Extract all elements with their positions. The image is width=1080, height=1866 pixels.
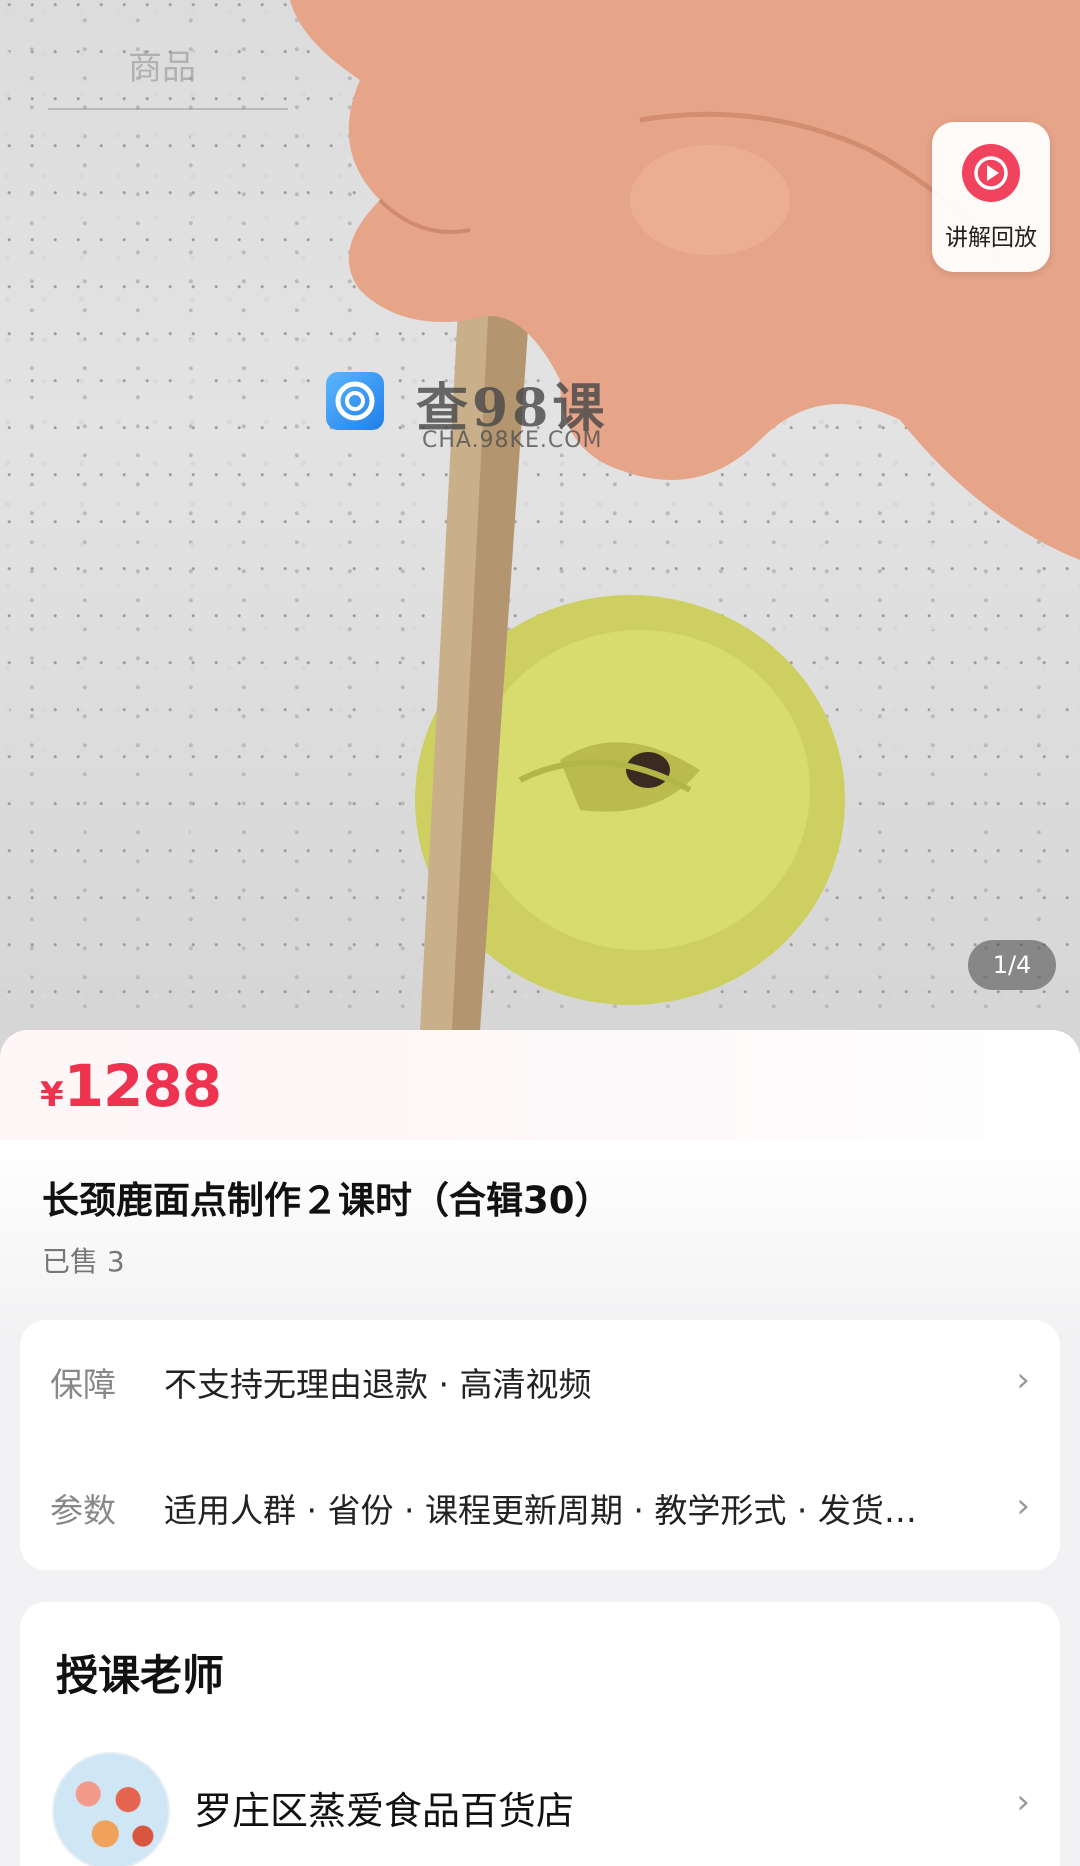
product-photo — [290, 0, 1080, 1030]
sold-count: 已售 3 — [42, 1245, 125, 1278]
product-title: 长颈鹿面点制作２课时（合辑30） — [42, 1179, 612, 1222]
teacher-section-title: 授课老师 — [56, 1651, 225, 1700]
watermark-subtitle: CHA.98KE.COM — [422, 428, 603, 453]
guarantee-value: 不支持无理由退款 · 高清视频 — [164, 1365, 592, 1404]
price-bar: ¥1288 — [0, 1030, 1080, 1140]
play-icon — [962, 144, 1020, 202]
chevron-right-icon[interactable]: › — [1016, 1782, 1030, 1822]
watermark-logo-icon — [326, 372, 384, 430]
currency-symbol: ¥ — [40, 1075, 64, 1115]
price: ¥1288 — [40, 1052, 222, 1120]
teacher-card: 授课老师 罗庄区蒸爱食品百货店 › — [20, 1602, 1060, 1866]
params-row[interactable]: 参数 适用人群 · 省份 · 课程更新周期 · 教学形式 · 发货… › — [20, 1446, 1060, 1566]
chevron-right-icon: › — [1016, 1486, 1030, 1526]
watermark: 查98课 CHA.98KE.COM — [326, 368, 616, 464]
shop-name-link[interactable]: 罗庄区蒸爱食品百货店 — [194, 1780, 574, 1835]
spec-card: 保障 不支持无理由退款 · 高清视频 › 参数 适用人群 · 省份 · 课程更新… — [20, 1320, 1060, 1570]
product-details-sheet: ¥1288 长颈鹿面点制作２课时（合辑30） 已售 3 保障 不支持无理由退款 … — [0, 1030, 1080, 1866]
guarantee-row[interactable]: 保障 不支持无理由退款 · 高清视频 › — [20, 1320, 1060, 1440]
tab-product[interactable]: 商品 — [48, 30, 288, 110]
params-key: 参数 — [50, 1491, 116, 1530]
chevron-right-icon: › — [1016, 1360, 1030, 1400]
image-counter: 1/4 — [968, 940, 1056, 990]
guarantee-key: 保障 — [50, 1365, 116, 1404]
replay-button[interactable]: 讲解回放 — [932, 122, 1050, 272]
shop-avatar[interactable] — [52, 1752, 170, 1866]
replay-label: 讲解回放 — [945, 225, 1037, 251]
tab-product-label: 商品 — [128, 48, 196, 88]
price-value: 1288 — [63, 1052, 222, 1120]
product-image-gallery[interactable]: 商品 讲解回放 查98课 CHA.98KE.COM 1/4 — [0, 0, 1080, 1060]
params-value: 适用人群 · 省份 · 课程更新周期 · 教学形式 · 发货… — [164, 1491, 917, 1530]
